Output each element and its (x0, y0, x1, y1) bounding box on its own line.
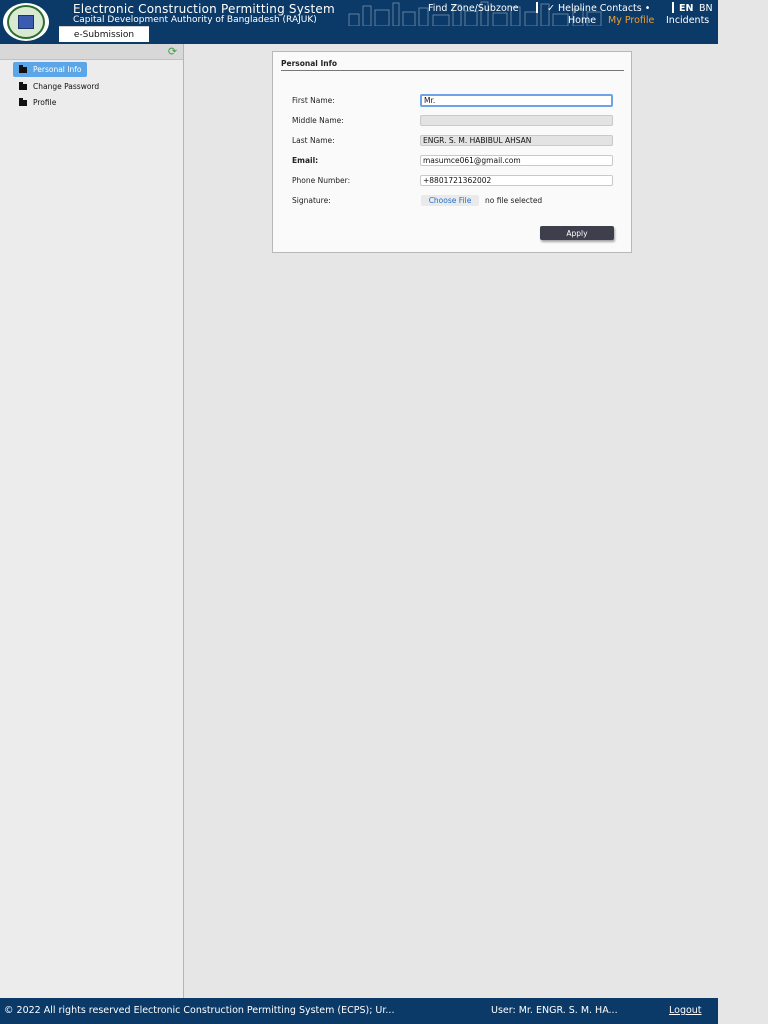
email-field[interactable] (420, 155, 613, 166)
sidebar-item-change-password[interactable]: Change Password (13, 79, 105, 94)
sidebar-item-label: Personal Info (33, 65, 82, 74)
file-status-text: no file selected (485, 196, 543, 205)
refresh-icon[interactable]: ⟳ (167, 46, 178, 57)
choose-file-button[interactable]: Choose File (421, 195, 479, 206)
top-header: Electronic Construction Permitting Syste… (0, 0, 718, 44)
logo-emblem (7, 5, 45, 39)
signature-label: Signature: (292, 196, 331, 205)
phone-number-label: Phone Number: (292, 176, 351, 185)
find-zone-link[interactable]: Find Zone/Subzone (428, 3, 519, 14)
folder-icon (19, 64, 27, 73)
footer-user-name: User: Mr. ENGR. S. M. HA... (491, 1005, 618, 1016)
tab-e-submission[interactable]: e-Submission (59, 26, 149, 42)
lang-en-button[interactable]: EN (679, 3, 693, 14)
middle-name-label: Middle Name: (292, 116, 344, 125)
app-title: Electronic Construction Permitting Syste… (73, 2, 335, 16)
personal-info-panel: Personal Info First Name: Middle Name: L… (272, 51, 632, 253)
panel-title: Personal Info (281, 59, 624, 71)
logout-link[interactable]: Logout (669, 1005, 702, 1016)
sidebar-item-personal-info[interactable]: Personal Info (13, 62, 88, 77)
sidebar: ⟳ Personal Info Change Password Profile (0, 44, 184, 998)
first-name-field[interactable] (420, 94, 613, 107)
helpline-contacts-link[interactable]: ✓ Helpline Contacts • (547, 3, 650, 14)
nav-separator (536, 2, 538, 13)
sidebar-item-label: Change Password (33, 82, 100, 91)
rajuk-logo[interactable] (3, 3, 49, 41)
app-subtitle: Capital Development Authority of Banglad… (73, 15, 317, 25)
footer-copyright: © 2022 All rights reserved Electronic Co… (4, 1005, 395, 1016)
folder-icon (19, 81, 27, 90)
apply-button[interactable]: Apply (540, 226, 614, 240)
logo-book-icon (18, 15, 34, 29)
last-name-field[interactable] (420, 135, 613, 146)
sidebar-item-label: Profile (33, 98, 57, 107)
sidebar-item-profile[interactable]: Profile (13, 95, 62, 110)
nav-separator (672, 2, 674, 13)
folder-icon (19, 97, 27, 106)
phone-number-field[interactable] (420, 175, 613, 186)
nav-my-profile[interactable]: My Profile (608, 15, 654, 26)
sidebar-toolbar: ⟳ (0, 44, 183, 60)
nav-incidents[interactable]: Incidents (666, 15, 709, 26)
lang-bn-button[interactable]: BN (699, 3, 713, 14)
email-label: Email: (292, 156, 319, 165)
footer: © 2022 All rights reserved Electronic Co… (0, 998, 718, 1024)
first-name-label: First Name: (292, 96, 335, 105)
last-name-label: Last Name: (292, 136, 335, 145)
nav-home[interactable]: Home (568, 15, 596, 26)
middle-name-field[interactable] (420, 115, 613, 126)
